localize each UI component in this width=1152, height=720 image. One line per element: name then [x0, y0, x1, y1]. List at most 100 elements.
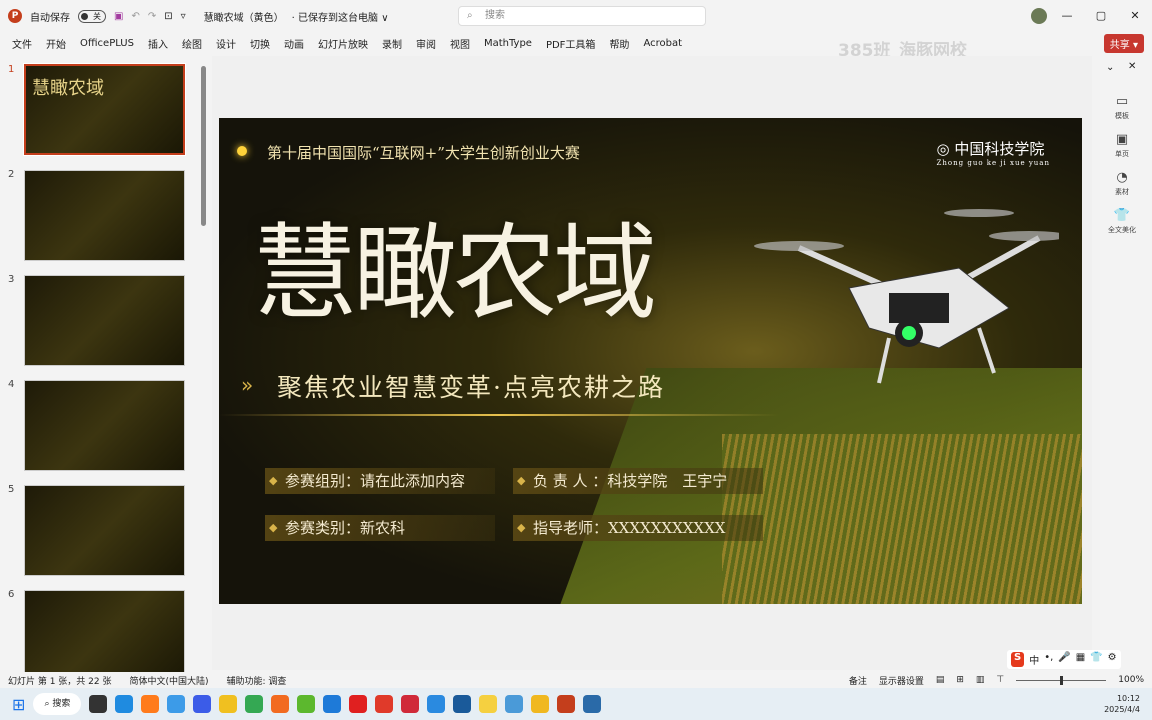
page-icon: ▣ [1115, 132, 1129, 147]
slide-thumbnail-4[interactable] [24, 380, 185, 471]
sogou-icon: S [1011, 652, 1025, 667]
collapse-icon[interactable]: ⌄ [1106, 62, 1114, 73]
search-icon: ⌕ [467, 10, 473, 21]
divider [219, 414, 779, 416]
tab-animations[interactable]: 动画 [284, 36, 304, 51]
close-button[interactable]: ✕ [1118, 0, 1152, 32]
sorter-view-icon[interactable]: ⊞ [956, 675, 964, 685]
ie-icon[interactable] [323, 695, 342, 713]
save-status[interactable]: · 已保存到这台电脑 ∨ [292, 9, 389, 24]
tab-file[interactable]: 文件 [12, 36, 32, 51]
window-controls: — ▢ ✕ [1050, 0, 1152, 32]
normal-view-icon[interactable]: ▤ [936, 675, 945, 685]
accessibility[interactable]: 辅助功能: 调查 [227, 674, 287, 687]
customize-qat-icon[interactable]: ▿ [181, 11, 186, 22]
taskbar: ⊞ ⌕ 搜索 10:12 2025/4/4 [0, 688, 1152, 720]
slide-title: 慧瞰农域 [253, 212, 657, 334]
slide-thumbnail-2[interactable] [24, 170, 185, 261]
edge-icon[interactable] [115, 695, 134, 713]
slide-number: 1 [8, 64, 15, 75]
panel-single-page[interactable]: ▣ 单页 [1102, 132, 1142, 159]
maximize-button[interactable]: ▢ [1084, 0, 1118, 32]
app-icon[interactable] [193, 695, 212, 713]
tab-slideshow[interactable]: 幻灯片放映 [318, 36, 368, 51]
tab-mathtype[interactable]: MathType [484, 38, 532, 49]
zoom-slider[interactable] [1016, 675, 1107, 685]
reading-view-icon[interactable]: ▥ [976, 675, 985, 685]
status-bar: 幻灯片 第 1 张，共 22 张 简体中文(中国大陆) 辅助功能: 调查 备注 … [0, 672, 1152, 688]
tab-home[interactable]: 开始 [46, 36, 66, 51]
tab-design[interactable]: 设计 [216, 36, 236, 51]
file-explorer-icon[interactable] [531, 695, 550, 713]
slide-thumbnail-5[interactable] [24, 485, 185, 576]
taskbar-search[interactable]: ⌕ 搜索 [33, 693, 82, 715]
tab-insert[interactable]: 插入 [148, 36, 168, 51]
app-icon[interactable] [219, 695, 238, 713]
thumbnail-title: 慧瞰农域 [32, 78, 104, 99]
notes-button[interactable]: 备注 [849, 674, 867, 687]
save-icon[interactable]: ▣ [114, 11, 123, 22]
slide-count: 幻灯片 第 1 张，共 22 张 [8, 676, 112, 687]
slide-number: 5 [8, 484, 15, 495]
powerpoint-logo-icon: P [8, 9, 22, 23]
app-icon[interactable] [167, 695, 186, 713]
minimize-button[interactable]: — [1050, 0, 1084, 32]
slide-number: 3 [8, 274, 15, 285]
avatar[interactable] [1031, 8, 1047, 24]
info-leader: 负 责 人 ：科技学院 王宇宁 [513, 468, 763, 494]
app-icon[interactable] [427, 695, 446, 713]
brave-icon[interactable] [375, 695, 394, 713]
panel-beautify[interactable]: 👕 全文美化 [1102, 208, 1142, 235]
slide-thumbnail-1[interactable]: 慧瞰农域 [23, 63, 186, 156]
app-icon[interactable] [271, 695, 290, 713]
app-icon[interactable] [453, 695, 472, 713]
thumbnail-scrollbar[interactable] [201, 66, 206, 226]
clock[interactable]: 10:12 2025/4/4 [1104, 693, 1140, 715]
panel-assets[interactable]: ◔ 素材 [1102, 170, 1142, 197]
slide-thumbnail-3[interactable] [24, 275, 185, 366]
display-settings-button[interactable]: 显示器设置 [879, 674, 924, 687]
task-view-icon[interactable] [89, 695, 108, 713]
zoom-level[interactable]: 100% [1118, 675, 1144, 685]
autosave-toggle[interactable]: 关 [78, 9, 106, 23]
tab-officeplus[interactable]: OfficePLUS [80, 38, 134, 49]
close-panel-icon[interactable]: ✕ [1128, 61, 1136, 72]
powerpoint-icon[interactable] [557, 695, 576, 713]
notepad-icon[interactable] [583, 695, 602, 713]
tab-review[interactable]: 审阅 [416, 36, 436, 51]
tab-view[interactable]: 视图 [450, 36, 470, 51]
present-icon[interactable]: ⊡ [164, 11, 172, 22]
document-title: 慧瞰农域（黄色） [203, 12, 284, 24]
redo-icon[interactable]: ↷ [148, 11, 156, 22]
yandex-icon[interactable] [349, 695, 368, 713]
info-group: 参赛组别：请在此添加内容 [265, 468, 495, 494]
tab-acrobat[interactable]: Acrobat [643, 38, 682, 49]
slide[interactable]: 第十届中国国际“互联网+”大学生创新创业大赛 ◎ 中国科技学院 Zhong guo… [219, 118, 1082, 604]
share-button[interactable]: 共享 ▾ [1103, 34, 1144, 53]
tab-help[interactable]: 帮助 [609, 36, 629, 51]
ie-icon[interactable] [297, 695, 316, 713]
panel-templates[interactable]: ▭ 模板 [1102, 94, 1142, 121]
slideshow-view-icon[interactable]: ⊤ [996, 675, 1004, 685]
app-icon[interactable] [479, 695, 498, 713]
competition-title: 第十届中国国际“互联网+”大学生创新创业大赛 [267, 144, 580, 162]
windows-start-icon[interactable]: ⊞ [12, 695, 25, 714]
slide-number: 6 [8, 589, 15, 600]
app-icon[interactable] [505, 695, 524, 713]
language[interactable]: 简体中文(中国大陆) [129, 674, 208, 687]
chrome-icon[interactable] [245, 695, 264, 713]
designer-panel: ⌄ ✕ ▭ 模板 ▣ 单页 ◔ 素材 👕 全文美化 [1102, 56, 1152, 670]
rice-image [722, 434, 1082, 604]
slide-number: 4 [8, 379, 15, 390]
vivaldi-icon[interactable] [401, 695, 420, 713]
ime-toolbar[interactable]: S 中 •, 🎤 ▦ 👕 ⚙ [1007, 650, 1121, 669]
search-input[interactable]: ⌕ 搜索 [458, 6, 706, 26]
school-logo: ◎ 中国科技学院 Zhong guo ke ji xue yuan [936, 140, 1050, 167]
tab-pdf-tools[interactable]: PDF工具箱 [546, 36, 595, 51]
firefox-icon[interactable] [141, 695, 160, 713]
tab-transitions[interactable]: 切换 [250, 36, 270, 51]
tab-draw[interactable]: 绘图 [182, 36, 202, 51]
undo-icon[interactable]: ↶ [131, 11, 139, 22]
slide-thumbnail-6[interactable] [24, 590, 185, 681]
tab-record[interactable]: 录制 [382, 36, 402, 51]
